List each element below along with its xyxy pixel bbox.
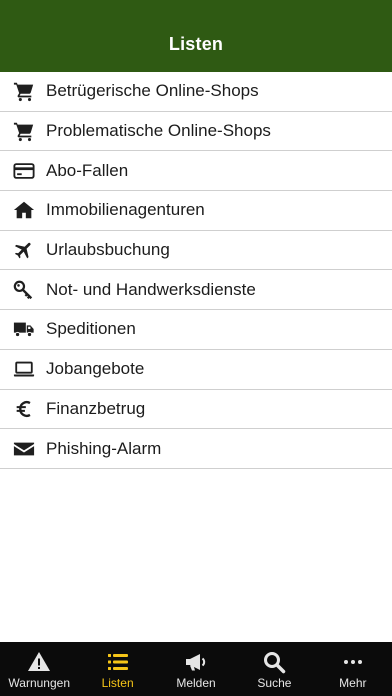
list-item-finanzbetrug[interactable]: Finanzbetrug bbox=[0, 389, 392, 430]
shopping-cart-icon bbox=[0, 72, 46, 111]
list-item-label: Jobangebote bbox=[46, 359, 145, 379]
tab-bar: Warnungen Listen Melden Suche Mehr bbox=[0, 642, 392, 696]
list-item-label: Not- und Handwerksdienste bbox=[46, 279, 256, 299]
tab-label: Mehr bbox=[339, 676, 367, 690]
warning-icon bbox=[27, 650, 51, 674]
category-list: Betrügerische Online-Shops Problematisch… bbox=[0, 72, 392, 469]
shopping-cart-icon bbox=[0, 112, 46, 151]
list-item-speditionen[interactable]: Speditionen bbox=[0, 310, 392, 350]
list-icon bbox=[106, 650, 130, 674]
tab-warnungen[interactable]: Warnungen bbox=[0, 642, 78, 696]
list-item-abo-fallen[interactable]: Abo-Fallen bbox=[0, 151, 392, 192]
tab-label: Suche bbox=[257, 676, 292, 690]
app-screen: Listen Betrügerische Online-Shops Proble… bbox=[0, 0, 392, 696]
tab-mehr[interactable]: Mehr bbox=[314, 642, 392, 696]
credit-card-icon bbox=[0, 151, 46, 190]
list-item-urlaubsbuchung[interactable]: Urlaubsbuchung bbox=[0, 230, 392, 271]
list-item-label: Problematische Online-Shops bbox=[46, 121, 271, 141]
list-item-label: Phishing-Alarm bbox=[46, 438, 162, 458]
list-item-jobangebote[interactable]: Jobangebote bbox=[0, 349, 392, 390]
page-title: Listen bbox=[168, 34, 224, 54]
more-icon bbox=[341, 650, 365, 674]
list-item-not-und-handwerksdienste[interactable]: Not- und Handwerksdienste bbox=[0, 270, 392, 311]
tab-suche[interactable]: Suche bbox=[235, 642, 313, 696]
list-item-label: Urlaubsbuchung bbox=[46, 240, 170, 260]
search-icon bbox=[262, 650, 286, 674]
list-item-betruegerische-online-shops[interactable]: Betrügerische Online-Shops bbox=[0, 72, 392, 112]
list-item-label: Speditionen bbox=[46, 319, 136, 339]
list-item-label: Abo-Fallen bbox=[46, 160, 129, 180]
euro-icon bbox=[0, 389, 46, 428]
list-item-label: Immobilienagenturen bbox=[46, 200, 205, 220]
list-item-problematische-online-shops[interactable]: Problematische Online-Shops bbox=[0, 111, 392, 152]
list-item-label: Finanzbetrug bbox=[46, 398, 146, 418]
header-bar: Listen bbox=[0, 0, 392, 72]
list-item-phishing-alarm[interactable]: Phishing-Alarm bbox=[0, 429, 392, 469]
megaphone-icon bbox=[184, 650, 208, 674]
airplane-icon bbox=[0, 231, 46, 270]
house-icon bbox=[0, 191, 46, 230]
tab-label: Warnungen bbox=[8, 676, 70, 690]
truck-icon bbox=[0, 310, 46, 349]
key-icon bbox=[0, 270, 46, 309]
envelope-icon bbox=[0, 429, 46, 468]
tab-label: Melden bbox=[176, 676, 216, 690]
laptop-icon bbox=[0, 350, 46, 389]
list-item-immobilienagenturen[interactable]: Immobilienagenturen bbox=[0, 191, 392, 231]
tab-listen[interactable]: Listen bbox=[78, 642, 156, 696]
tab-melden[interactable]: Melden bbox=[157, 642, 235, 696]
tab-label: Listen bbox=[101, 676, 134, 690]
list-item-label: Betrügerische Online-Shops bbox=[46, 81, 259, 101]
